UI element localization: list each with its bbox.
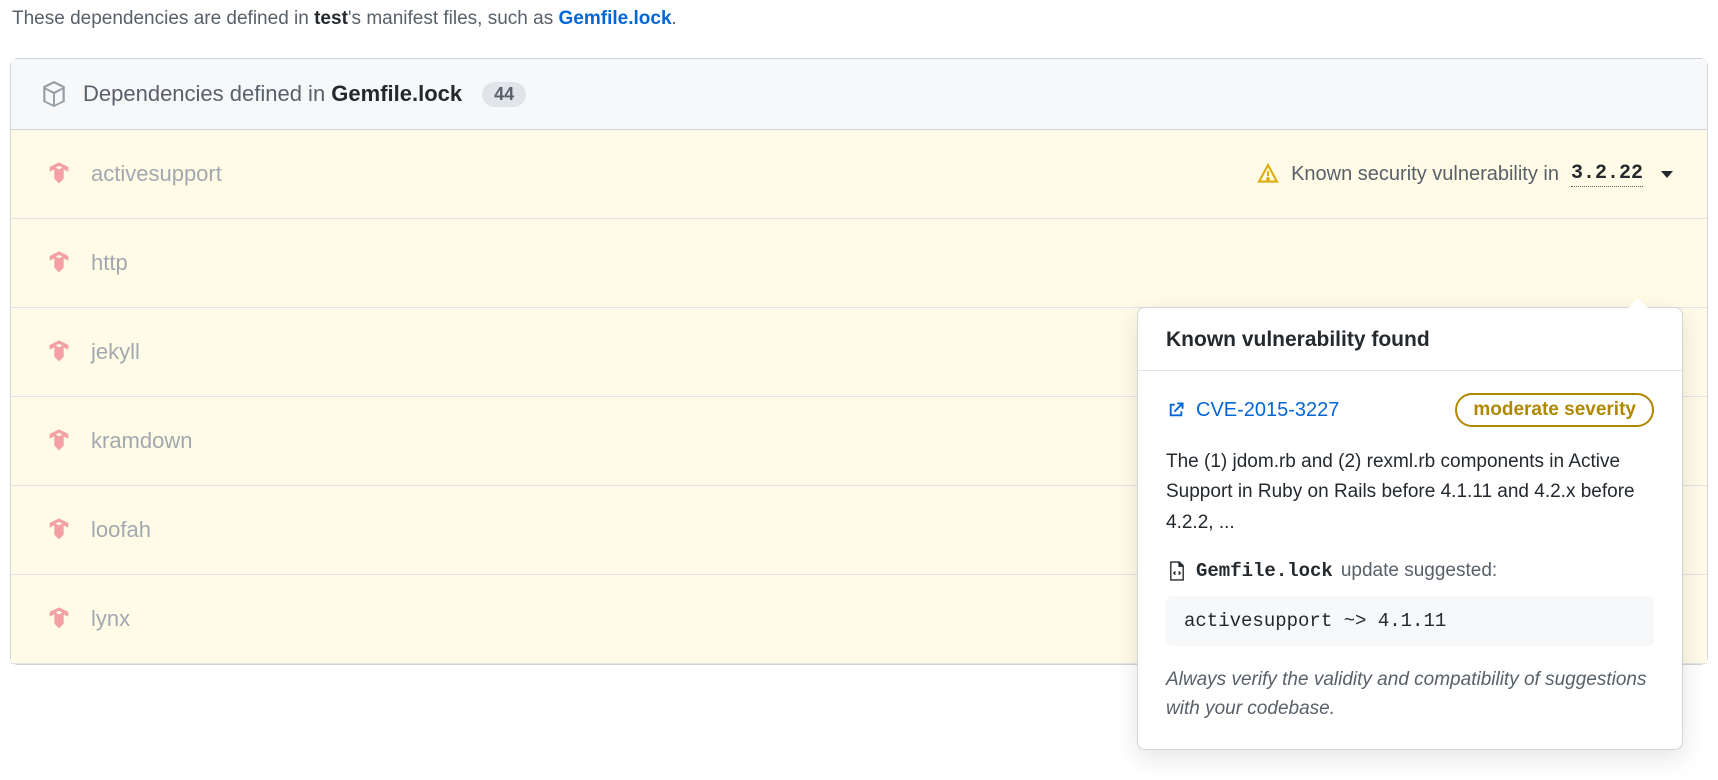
vuln-version: 3.2.22	[1571, 162, 1643, 187]
dep-name: lynx	[91, 606, 130, 632]
update-code: activesupport ~> 4.1.11	[1166, 596, 1654, 646]
cve-id: CVE-2015-3227	[1196, 399, 1339, 422]
vuln-indicator[interactable]: Known security vulnerability in 3.2.22	[1257, 162, 1673, 187]
panel-header: Dependencies defined in Gemfile.lock 44	[11, 59, 1707, 130]
severity-badge: moderate severity	[1455, 393, 1654, 427]
disclaimer-text: Always verify the validity and compatibi…	[1166, 666, 1654, 723]
dep-name: jekyll	[91, 339, 140, 365]
intro-suffix: .	[672, 8, 677, 29]
chevron-down-icon	[1661, 171, 1673, 178]
update-suggestion-label: Gemfile.lock update suggested:	[1166, 560, 1654, 582]
package-icon	[41, 81, 67, 107]
cve-description: The (1) jdom.rb and (2) rexml.rb compone…	[1166, 447, 1654, 538]
repo-name: test	[314, 8, 348, 29]
dependencies-panel: Dependencies defined in Gemfile.lock 44 …	[10, 58, 1708, 665]
suggest-filename: Gemfile.lock	[1196, 560, 1333, 582]
vuln-text: Known security vulnerability in	[1291, 163, 1559, 186]
intro-text: These dependencies are defined in test's…	[0, 0, 1718, 58]
rubygem-icon	[45, 160, 73, 188]
rubygem-icon	[45, 516, 73, 544]
file-code-icon	[1166, 560, 1188, 582]
cve-link[interactable]: CVE-2015-3227	[1166, 399, 1339, 422]
rubygem-icon	[45, 605, 73, 633]
panel-title: Dependencies defined in Gemfile.lock	[83, 81, 462, 107]
dep-name: kramdown	[91, 428, 192, 454]
dep-name: activesupport	[91, 161, 222, 187]
intro-mid: 's manifest files, such as	[348, 8, 559, 29]
popover-title: Known vulnerability found	[1138, 308, 1682, 371]
dep-count-badge: 44	[482, 82, 526, 107]
rubygem-icon	[45, 427, 73, 455]
dep-name: loofah	[91, 517, 151, 543]
vulnerability-popover: Known vulnerability found CVE-2015-3227 …	[1137, 307, 1683, 750]
alert-icon	[1257, 163, 1279, 185]
rubygem-icon	[45, 249, 73, 277]
external-link-icon	[1166, 400, 1186, 420]
rubygem-icon	[45, 338, 73, 366]
dep-row-activesupport[interactable]: activesupport Known security vulnerabili…	[11, 130, 1707, 219]
dep-name: http	[91, 250, 128, 276]
intro-prefix: These dependencies are defined in	[12, 8, 314, 29]
dep-row-http[interactable]: http	[11, 219, 1707, 308]
manifest-link[interactable]: Gemfile.lock	[559, 8, 672, 29]
panel-filename: Gemfile.lock	[331, 81, 462, 106]
